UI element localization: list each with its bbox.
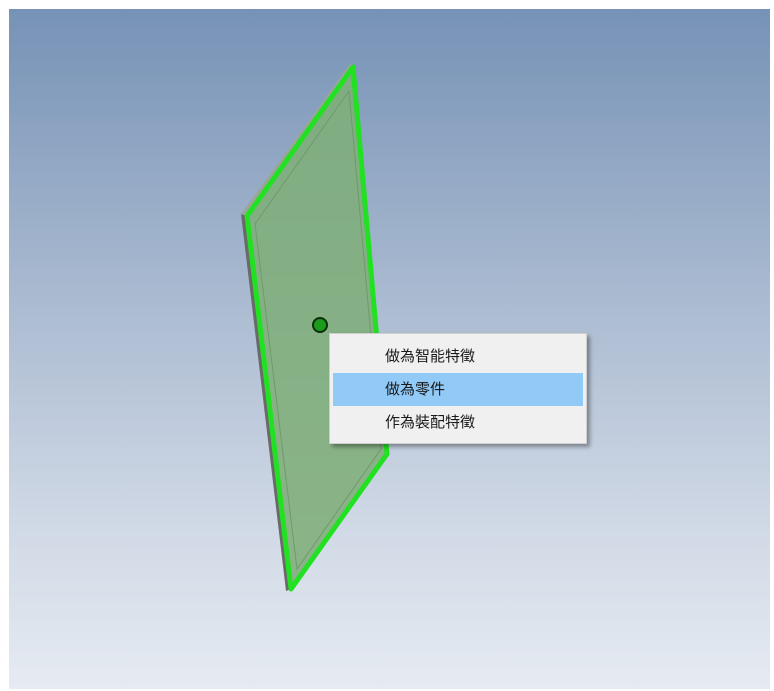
menu-item-part[interactable]: 做為零件 bbox=[333, 373, 583, 406]
center-point-marker[interactable] bbox=[312, 317, 328, 333]
context-menu: 做為智能特徵 做為零件 作為裝配特徵 bbox=[329, 333, 587, 444]
3d-viewport[interactable]: 做為智能特徵 做為零件 作為裝配特徵 bbox=[9, 9, 770, 689]
menu-item-smart-feature[interactable]: 做為智能特徵 bbox=[333, 340, 583, 373]
menu-item-assembly-feature[interactable]: 作為裝配特徵 bbox=[333, 406, 583, 439]
